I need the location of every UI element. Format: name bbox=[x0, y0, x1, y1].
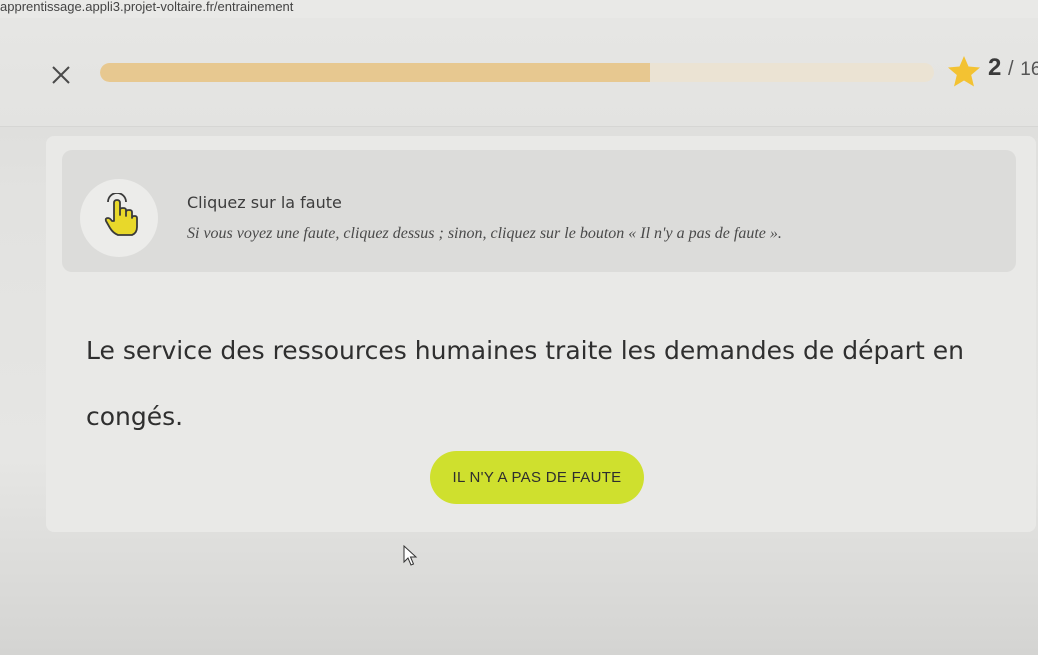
close-button[interactable] bbox=[46, 60, 76, 90]
sentence-word[interactable]: ressources bbox=[273, 336, 407, 365]
sentence-word[interactable]: humaines bbox=[415, 336, 538, 365]
close-icon bbox=[52, 66, 70, 84]
exercise-sentence: Le service des ressources humaines trait… bbox=[86, 318, 1016, 450]
mouse-cursor-icon bbox=[403, 545, 418, 566]
star-icon bbox=[948, 56, 980, 87]
no-fault-button[interactable]: IL N'Y A PAS DE FAUTE bbox=[430, 451, 644, 504]
counter-separator: / bbox=[1008, 58, 1014, 80]
url-text: apprentissage.appli3.projet-voltaire.fr/… bbox=[0, 0, 294, 14]
sentence-word[interactable]: demandes bbox=[664, 336, 795, 365]
sentence-word[interactable]: congés. bbox=[86, 402, 183, 431]
current-question: 2 bbox=[988, 54, 1002, 81]
progress-bar bbox=[100, 63, 934, 82]
sentence-word[interactable]: des bbox=[220, 336, 264, 365]
progress-bar-fill bbox=[100, 63, 651, 82]
sentence-word[interactable]: les bbox=[621, 336, 656, 365]
sentence-word[interactable]: départ bbox=[842, 336, 925, 365]
instruction-icon-badge bbox=[80, 179, 158, 257]
instruction-title: Cliquez sur la faute bbox=[187, 193, 342, 212]
sentence-word[interactable]: service bbox=[123, 336, 213, 365]
sentence-word[interactable]: traite bbox=[545, 336, 613, 365]
total-questions: 16 bbox=[1020, 59, 1038, 80]
sentence-word[interactable]: de bbox=[803, 336, 834, 365]
sentence-word[interactable]: en bbox=[933, 336, 964, 365]
question-counter: 2 / 16 bbox=[988, 54, 1038, 82]
browser-url-bar[interactable]: apprentissage.appli3.projet-voltaire.fr/… bbox=[0, 0, 1038, 18]
hand-pointer-icon bbox=[104, 193, 138, 236]
sentence-word[interactable]: Le bbox=[86, 336, 115, 365]
instruction-text: Si vous voyez une faute, cliquez dessus … bbox=[187, 225, 782, 242]
